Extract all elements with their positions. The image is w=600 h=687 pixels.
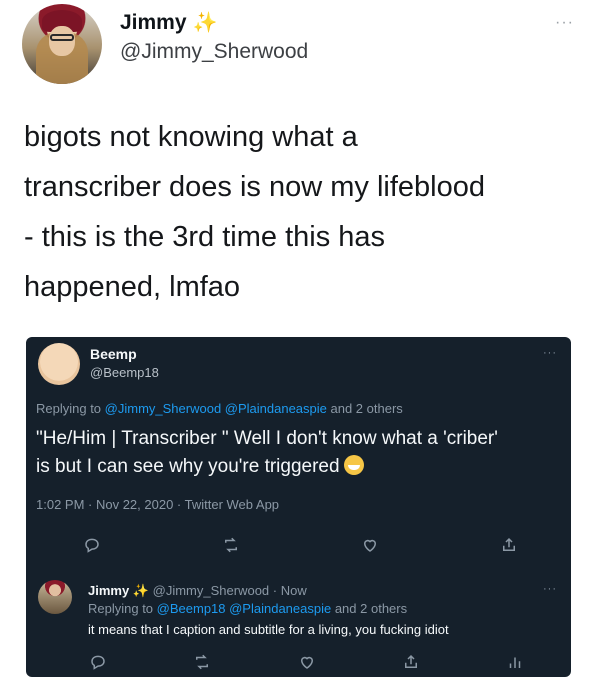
tweet-action-bar — [26, 535, 571, 555]
analytics-icon[interactable] — [505, 652, 525, 672]
retweet-icon[interactable] — [221, 535, 241, 555]
reply-icon[interactable] — [82, 535, 102, 555]
tweet-timestamp[interactable]: 1:02 PM · Nov 22, 2020 · Twitter Web App — [36, 497, 279, 512]
avatar[interactable] — [22, 4, 102, 84]
more-options-icon[interactable]: ··· — [543, 583, 557, 595]
replying-to-prefix: Replying to — [88, 601, 157, 616]
beemp-avatar[interactable] — [38, 343, 80, 385]
beemp-handle[interactable]: @Beemp18 — [90, 365, 159, 380]
like-icon[interactable] — [360, 535, 380, 555]
reply-action-bar — [26, 652, 571, 672]
more-options-icon[interactable]: ··· — [555, 14, 574, 32]
tweet-text-line: "He/Him | Transcriber " Well I don't kno… — [36, 428, 498, 449]
replying-to-mentions[interactable]: @Beemp18 @Plaindaneaspie — [157, 601, 332, 616]
share-icon[interactable] — [499, 535, 519, 555]
like-icon[interactable] — [297, 652, 317, 672]
tweet-text-line: - this is the 3rd time this has — [24, 221, 386, 253]
replying-to-prefix: Replying to — [36, 401, 105, 416]
reply-display-name[interactable]: Jimmy — [88, 583, 129, 598]
tweet-text-line: is but I can see why you're triggered — [36, 456, 340, 477]
tweet-text-line: bigots not knowing what a — [24, 121, 358, 153]
display-name[interactable]: Jimmy ✨ — [120, 10, 217, 35]
jimmy-reply-avatar[interactable] — [38, 580, 72, 614]
replying-to-suffix[interactable]: and 2 others — [327, 401, 403, 416]
replying-to-suffix[interactable]: and 2 others — [331, 601, 407, 616]
replying-to-line: Replying to @Jimmy_Sherwood @Plaindaneas… — [36, 401, 403, 416]
reply-text: it means that I caption and subtitle for… — [88, 622, 449, 637]
embedded-screenshot: Beemp @Beemp18 ··· Replying to @Jimmy_Sh… — [26, 337, 571, 677]
share-icon[interactable] — [401, 652, 421, 672]
sparkle-icon: ✨ — [192, 12, 218, 34]
beemp-tweet-text: "He/Him | Transcriber " Well I don't kno… — [36, 425, 561, 481]
reply-icon[interactable] — [88, 652, 108, 672]
user-handle[interactable]: @Jimmy_Sherwood — [120, 40, 308, 64]
replying-to-line: Replying to @Beemp18 @Plaindaneaspie and… — [88, 601, 407, 616]
tweet-text-line: transcriber does is now my lifeblood — [24, 171, 485, 203]
reply-handle-time[interactable]: @Jimmy_Sherwood · Now — [153, 583, 307, 598]
tweet-header: Jimmy ✨ @Jimmy_Sherwood ··· — [22, 4, 582, 84]
sparkle-icon: ✨ — [132, 583, 150, 598]
tweet-text: bigots not knowing what a transcriber do… — [24, 112, 584, 312]
beemp-display-name[interactable]: Beemp — [90, 346, 137, 362]
avatar-face — [49, 26, 75, 56]
display-name-text[interactable]: Jimmy — [120, 11, 187, 35]
tweet-text-line: happened, lmfao — [24, 271, 241, 303]
reply-header: Jimmy ✨ @Jimmy_Sherwood · Now — [88, 583, 307, 599]
retweet-icon[interactable] — [192, 652, 212, 672]
more-options-icon[interactable]: ··· — [543, 347, 557, 359]
laughing-emoji-icon — [343, 455, 364, 475]
avatar-glasses — [50, 34, 74, 41]
tweet-text-line-with-emoji: is but I can see why you're triggered — [36, 453, 561, 481]
replying-to-mentions[interactable]: @Jimmy_Sherwood @Plaindaneaspie — [105, 401, 327, 416]
